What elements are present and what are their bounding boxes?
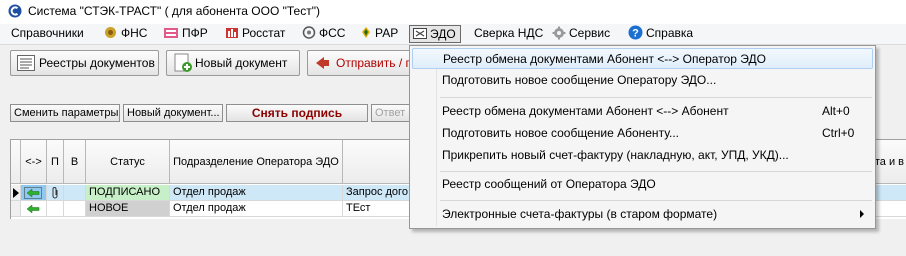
menu-rar[interactable]: РАР [360,25,398,43]
division-cell: Отдел продаж [170,185,343,201]
header-indicator [11,140,21,184]
menu-item-label: Прикрепить новый счет-фактуру (накладную… [442,148,789,162]
v-cell [64,201,86,217]
menu-separator [440,171,872,172]
submenu-arrow-icon [860,210,864,218]
menu-item-attach-invoice[interactable]: Прикрепить новый счет-фактуру (накладную… [412,145,873,166]
status-cell: НОВОЕ [86,201,170,217]
header-status[interactable]: Статус [86,140,170,184]
menu-help[interactable]: ? Справка [628,25,693,43]
menu-item-old-format-invoices[interactable]: Электронные счета-фактуры (в старом форм… [412,204,873,225]
remove-signature-button[interactable]: Снять подпись [226,104,368,122]
edo-dropdown-menu: Реестр обмена документами Абонент <--> О… [409,45,876,229]
menu-item-registry-subscriber[interactable]: Реестр обмена документами Абонент <--> А… [412,101,873,122]
menu-fss[interactable]: ФСС [302,25,345,43]
attachment-cell [47,185,64,201]
header-p[interactable]: П [47,140,64,184]
title-bar: Система "СТЭК-ТРАСТ" ( для абонента ООО … [0,0,906,24]
button-label: Отправить / п [336,56,413,70]
menu-item-operator-messages[interactable]: Реестр сообщений от Оператора ЭДО [412,174,873,195]
menu-item-registry-operator[interactable]: Реестр обмена документами Абонент <--> О… [412,48,873,69]
change-params-button[interactable]: Сменить параметры [10,104,120,122]
fns-icon [105,27,116,39]
direction-cell [21,185,47,201]
button-label: Реестры документов [39,56,155,70]
app-logo-icon [8,4,22,18]
menu-label: Справка [646,26,694,40]
header-division[interactable]: Подразделение Оператора ЭДО [170,140,343,184]
menu-item-label: Реестр обмена документами Абонент <--> О… [443,52,766,66]
new-document-button[interactable]: Новый документ [166,50,300,76]
new-document-icon [174,53,192,72]
new-document-small-button[interactable]: Новый документ... [123,104,223,122]
menu-separator [440,200,872,201]
fss-icon [302,26,316,40]
menu-rosstat[interactable]: Росстат [225,25,285,43]
menu-pfr[interactable]: ПФР [163,25,208,43]
rar-icon [362,27,370,39]
v-cell [64,185,86,201]
menu-separator [440,97,872,98]
menu-label: ФНС [121,26,148,40]
attachment-cell [47,201,64,217]
arrow-left-icon [24,187,42,199]
menu-item-label: Реестр сообщений от Оператора ЭДО [442,177,656,191]
menu-references[interactable]: Справочники [11,25,84,43]
menu-service[interactable]: Сервис [552,25,610,43]
paperclip-icon [52,187,58,199]
menu-label: ПФР [182,26,208,40]
status-cell: ПОДПИСАНО [86,185,170,201]
division-cell: Отдел продаж [170,201,343,217]
row-pointer-icon [11,185,21,201]
menu-item-label: Электронные счета-фактуры (в старом форм… [442,207,718,221]
menu-item-label: Реестр обмена документами Абонент <--> А… [442,104,729,118]
menu-item-new-message-subscriber[interactable]: Подготовить новое сообщение Абоненту... … [412,123,873,144]
menu-item-label: Подготовить новое сообщение Оператору ЭД… [442,73,717,87]
edo-icon [413,28,427,40]
menu-edo[interactable]: ЭДО [409,25,461,43]
send-icon [316,57,329,69]
menu-label: Сервис [569,26,611,40]
document-registries-button[interactable]: Реестры документов [10,50,159,76]
svg-text:?: ? [632,28,639,40]
rosstat-icon [226,28,238,39]
menu-item-new-message-operator[interactable]: Подготовить новое сообщение Оператору ЭД… [412,70,873,91]
reply-button[interactable]: Ответ [371,104,411,122]
help-icon: ? [628,25,643,40]
menu-fns[interactable]: ФНС [103,25,147,43]
menu-label: ФСС [319,26,346,40]
header-v[interactable]: В [64,140,86,184]
arrow-left-icon [26,204,40,214]
direction-cell [21,201,47,217]
row-indicator [11,201,21,217]
button-label: Новый документ [195,56,288,70]
pfr-icon [164,28,178,39]
menu-label: Справочники [11,26,84,40]
menu-label: ЭДО [430,27,456,41]
header-direction[interactable]: <-> [21,140,47,184]
window-title: Система "СТЭК-ТРАСТ" ( для абонента ООО … [28,4,320,18]
menu-item-label: Подготовить новое сообщение Абоненту... [442,126,679,140]
menu-bar: Справочники ФНС ПФР Росстат ФСС РАР ЭДО … [0,24,906,45]
menu-label: Росстат [242,26,286,40]
menu-item-shortcut: Alt+0 [822,104,850,118]
menu-label: Сверка НДС [474,26,544,40]
menu-vat-reconciliation[interactable]: Сверка НДС [474,25,543,43]
menu-label: РАР [375,26,399,40]
gear-icon [552,26,566,40]
menu-item-shortcut: Ctrl+0 [822,126,855,140]
registry-icon [17,55,35,71]
